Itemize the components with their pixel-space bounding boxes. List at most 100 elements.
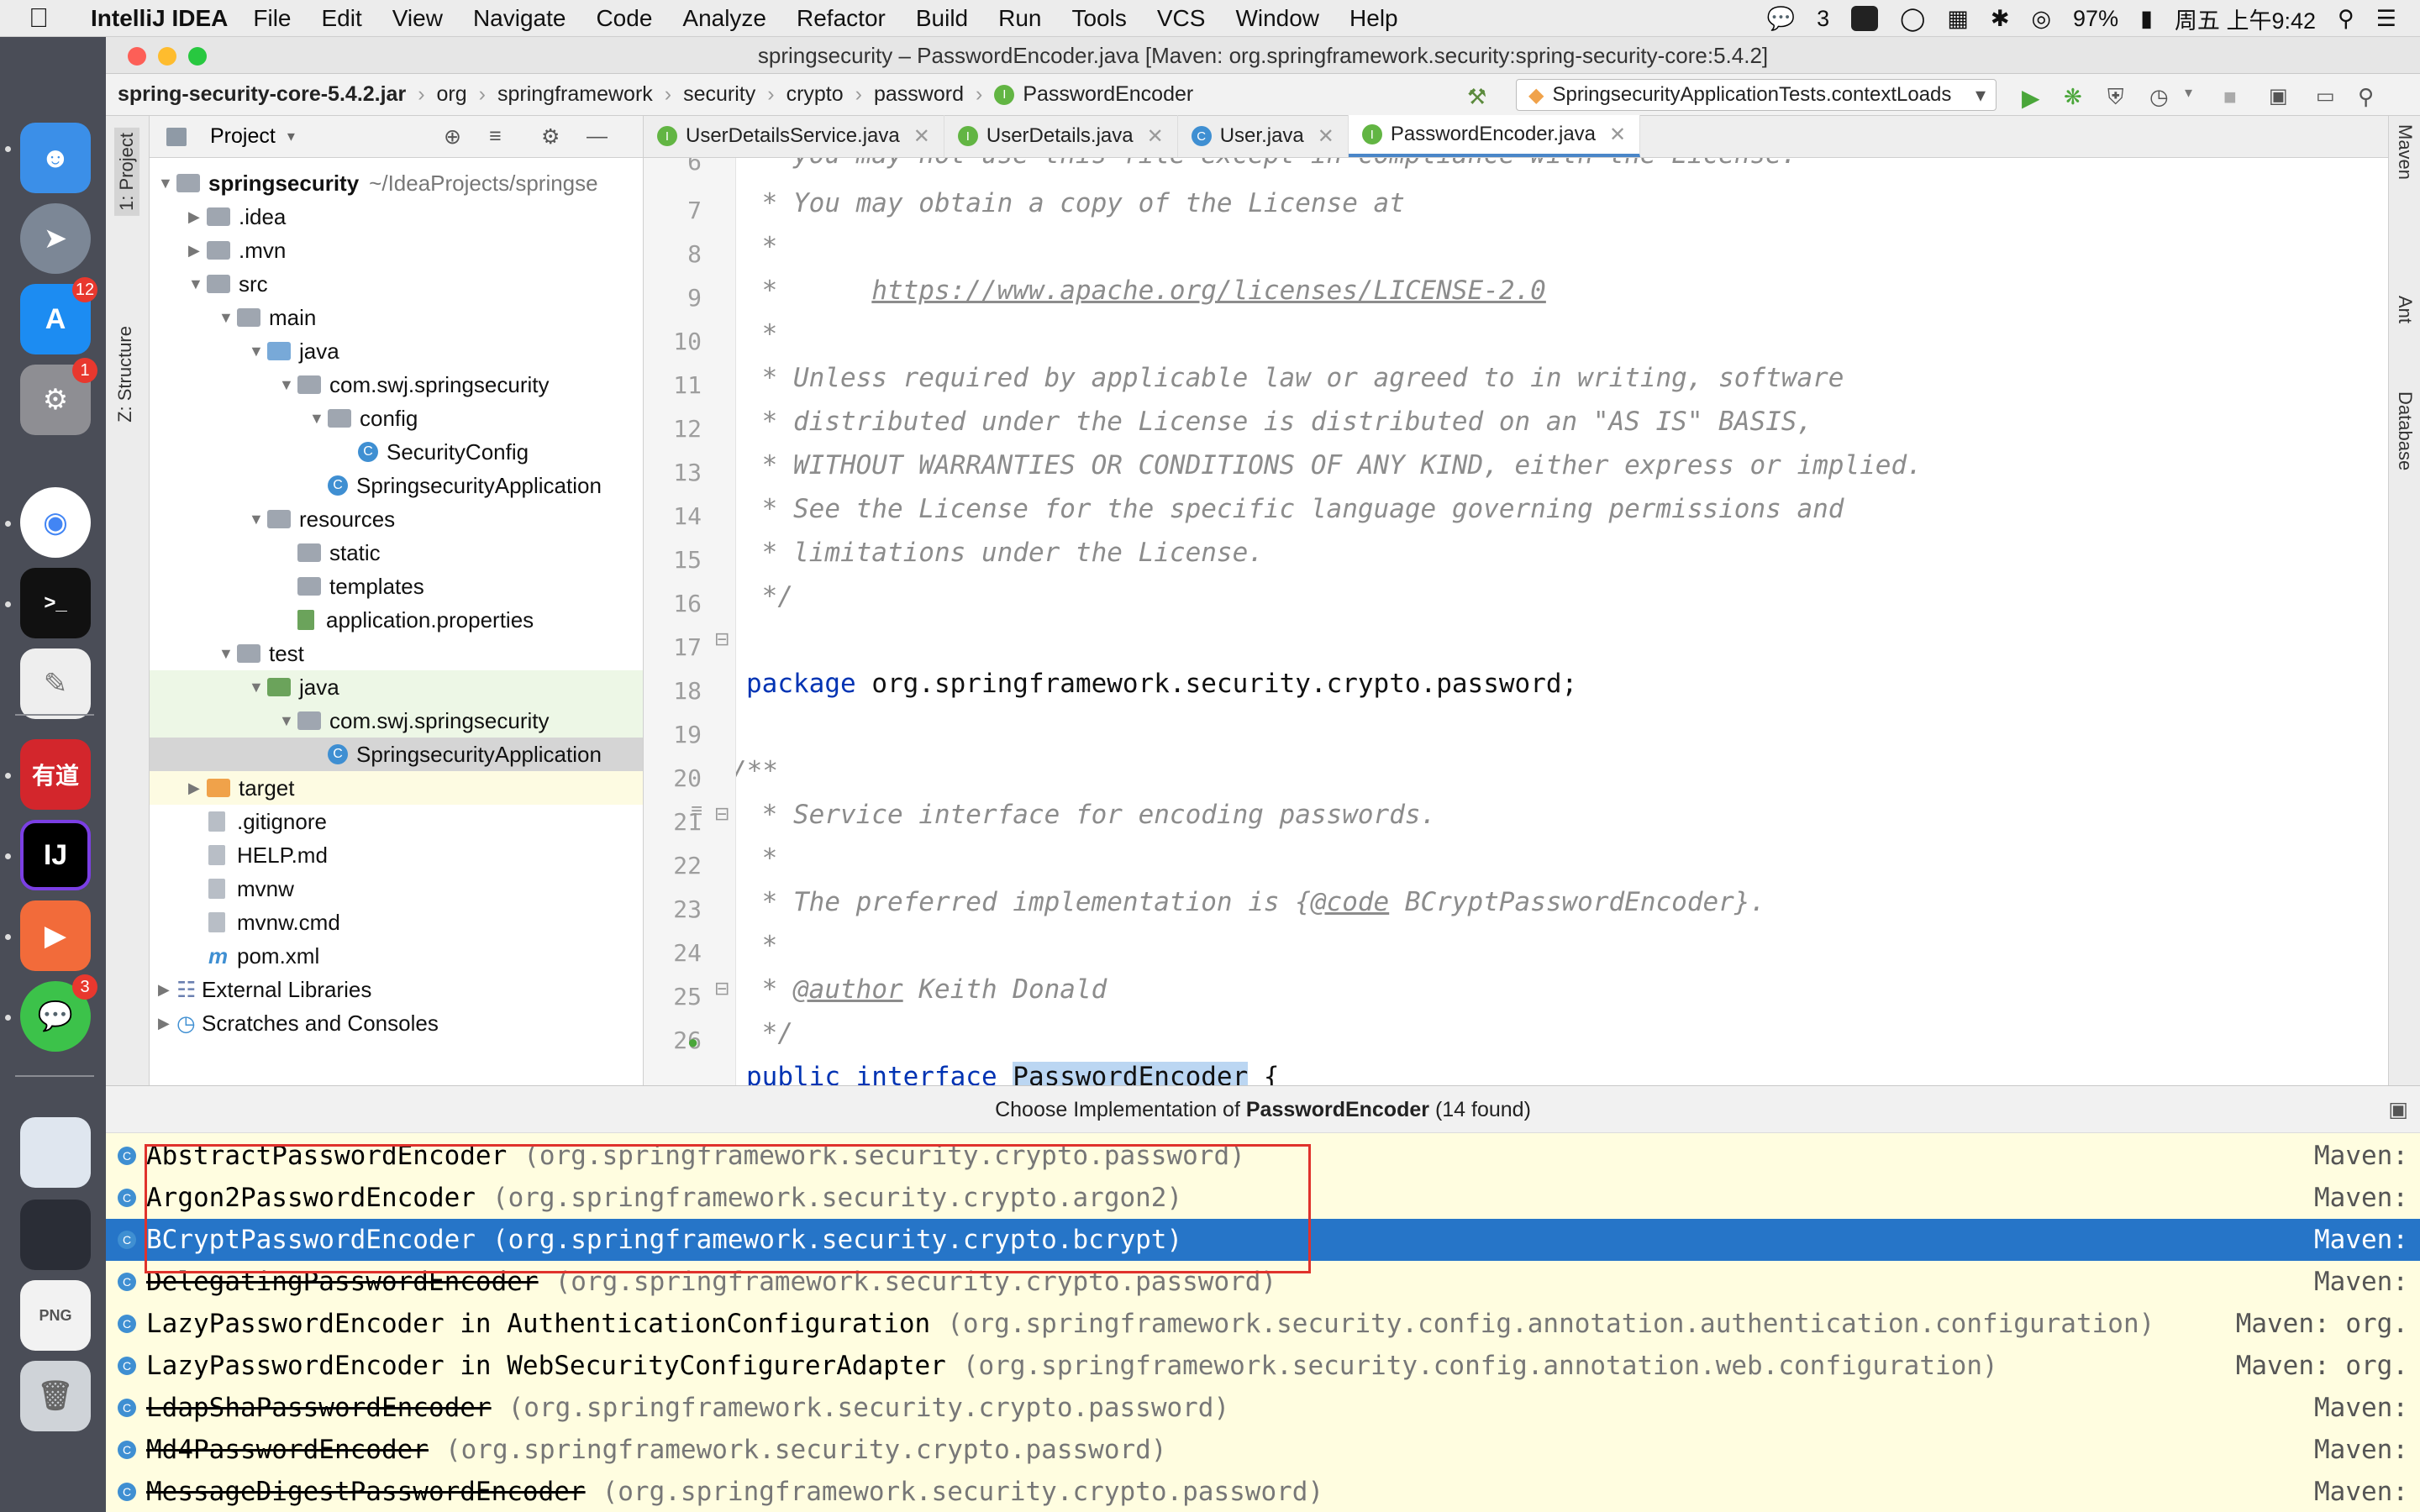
tree-item-config[interactable]: ▼ config [150,402,643,435]
screenshot-thumb-icon[interactable] [20,1117,91,1188]
tree-item-main[interactable]: ▼ main [150,301,643,334]
tree-item-help[interactable]: HELP.md [150,838,643,872]
tree-item-mvn[interactable]: ▶ .mvn [150,234,643,267]
close-tab-icon[interactable]: ✕ [1609,123,1626,147]
trash-icon[interactable]: 🗑 [20,1361,91,1431]
stop-icon[interactable]: ■ [2223,84,2247,109]
render-doc-icon[interactable]: ≡ [691,800,702,823]
screen-recorder-icon[interactable]: ▶ [20,900,91,971]
collapse-all-icon[interactable]: ≡ [489,124,502,149]
tab-maven[interactable]: Maven [2394,124,2416,180]
apple-icon[interactable]:  [29,3,62,34]
breadcrumb-password[interactable]: password [874,82,964,107]
tree-item-mvnw[interactable]: mvnw [150,872,643,906]
tree-item-package[interactable]: ▼ com.swj.springsecurity [150,368,643,402]
tree-item-scratches[interactable]: ▶ ◷ Scratches and Consoles [150,1006,643,1040]
run-icon[interactable]: ▶ [2022,84,2045,111]
menu-navigate[interactable]: Navigate [473,5,566,32]
coverage-icon[interactable]: ⛨ [2107,84,2131,109]
chevron-down-icon[interactable]: ▾ [287,128,295,145]
tab-structure[interactable]: Z: Structure [114,326,136,423]
chat-tray-icon[interactable]: ◯ [1900,6,1925,32]
close-window-button[interactable] [128,47,146,66]
battery-percent[interactable]: 97% [2073,6,2118,32]
profile-icon[interactable]: ◷ [2149,84,2173,109]
tree-root[interactable]: ▼ springsecurity ~/IdeaProjects/springse [150,166,643,200]
menu-code[interactable]: Code [596,5,652,32]
window-thumb-icon[interactable] [20,1200,91,1270]
fold-marker-icon[interactable]: ⊟ [714,628,729,650]
textedit-icon[interactable]: ✎ [20,648,91,719]
menu-view[interactable]: View [392,5,443,32]
battery-icon[interactable]: ▮ [2140,6,2153,32]
wifi-icon[interactable]: ◎ [2031,6,2051,32]
input-method-icon[interactable]: ▦ [1947,6,1969,32]
fold-marker-icon[interactable]: ⊟ [714,978,729,1000]
implementation-row[interactable]: C MessageDigestPasswordEncoder (org.spring… [106,1471,2420,1512]
run-configuration-select[interactable]: ◆ SpringsecurityApplicationTests.context… [1516,79,1996,111]
locate-icon[interactable]: ⊕ [444,124,461,150]
close-tab-icon[interactable]: ✕ [1318,124,1334,149]
layout-icon[interactable]: ▭ [2316,84,2339,108]
tree-item-static[interactable]: static [150,536,643,570]
tree-item-gitignore[interactable]: .gitignore [150,805,643,838]
tab-userdetails[interactable]: I UserDetails.java ✕ [944,115,1178,157]
tree-item-resources[interactable]: ▼ resources [150,502,643,536]
tab-passwordencoder[interactable]: I PasswordEncoder.java ✕ [1348,115,1641,157]
tab-userdetailsservice[interactable]: I UserDetailsService.java ✕ [644,115,944,157]
breadcrumb-security[interactable]: security [683,82,755,107]
tree-item-application[interactable]: C SpringsecurityApplication [150,469,643,502]
implementation-row[interactable]: C LdapShaPasswordEncoder (org.springframew… [106,1387,2420,1429]
tree-item-securityconfig[interactable]: C SecurityConfig [150,435,643,469]
license-link[interactable]: https://www.apache.org/licenses/LICENSE-… [871,276,1546,306]
menu-run[interactable]: Run [998,5,1041,32]
tab-project[interactable]: 1: Project [114,128,139,216]
hide-panel-icon[interactable]: — [587,124,608,149]
implemented-marker-icon[interactable]: ● [687,1032,698,1053]
finder-icon[interactable]: ☻ [20,123,91,193]
control-center-icon[interactable]: ☰ [2376,6,2396,32]
png-file-icon[interactable]: PNG [20,1280,91,1351]
menu-analyze[interactable]: Analyze [682,5,766,32]
tab-database[interactable]: Database [2394,391,2416,470]
tree-item-src[interactable]: ▼ src [150,267,643,301]
tree-item-target[interactable]: ▶ target [150,771,643,805]
tree-item-main-java[interactable]: ▼ java [150,334,643,368]
implementation-row[interactable]: C Md4PasswordEncoder (org.springframework.… [106,1429,2420,1471]
tree-item-mvnw-cmd[interactable]: mvnw.cmd [150,906,643,939]
breadcrumb-class[interactable]: PasswordEncoder [1023,82,1193,107]
spotlight-icon[interactable]: ⚲ [2338,6,2354,32]
search-icon[interactable]: ⚲ [2358,84,2381,109]
close-tab-icon[interactable]: ✕ [913,124,930,149]
appstore-icon[interactable]: A 12 [20,277,97,354]
menu-file[interactable]: File [253,5,291,32]
bluetooth-icon[interactable]: ✱ [1991,6,2010,32]
breadcrumb-org[interactable]: org [437,82,467,107]
breadcrumb-jar[interactable]: spring-security-core-5.4.2.jar [118,82,406,107]
menu-edit[interactable]: Edit [322,5,362,32]
tab-user[interactable]: C User.java ✕ [1178,115,1349,157]
breadcrumb-springframework[interactable]: springframework [497,82,653,107]
menu-window[interactable]: Window [1235,5,1319,32]
tree-item-test-application[interactable]: C SpringsecurityApplication [150,738,643,771]
close-tab-icon[interactable]: ✕ [1147,124,1164,149]
clock[interactable]: 周五 上午9:42 [2175,3,2316,35]
menu-build[interactable]: Build [916,5,968,32]
project-view-label[interactable]: Project [210,124,276,149]
debug-icon[interactable]: ❋ [2064,84,2087,109]
implementation-row[interactable]: C LazyPasswordEncoder in WebSecurityConfi… [106,1345,2420,1387]
gear-icon[interactable]: ⚙ [541,124,560,150]
menu-refactor[interactable]: Refactor [797,5,886,32]
intellij-icon[interactable]: IJ [20,820,91,890]
tree-item-properties[interactable]: application.properties [150,603,643,637]
open-in-find-window-icon[interactable]: ▣ [2388,1086,2408,1133]
profile-dropdown-icon[interactable]: ▾ [2185,84,2208,108]
tab-ant[interactable]: Ant [2394,296,2416,323]
minimize-window-button[interactable] [158,47,176,66]
chrome-icon[interactable]: ◉ [20,487,91,558]
tree-item-test-java[interactable]: ▼ java [150,670,643,704]
tree-item-templates[interactable]: templates [150,570,643,603]
tree-item-test-package[interactable]: ▼ com.swj.springsecurity [150,704,643,738]
wechat-tray-icon[interactable]: 💬 [1766,5,1795,32]
wechat-icon[interactable]: 💬 3 [20,974,97,1052]
